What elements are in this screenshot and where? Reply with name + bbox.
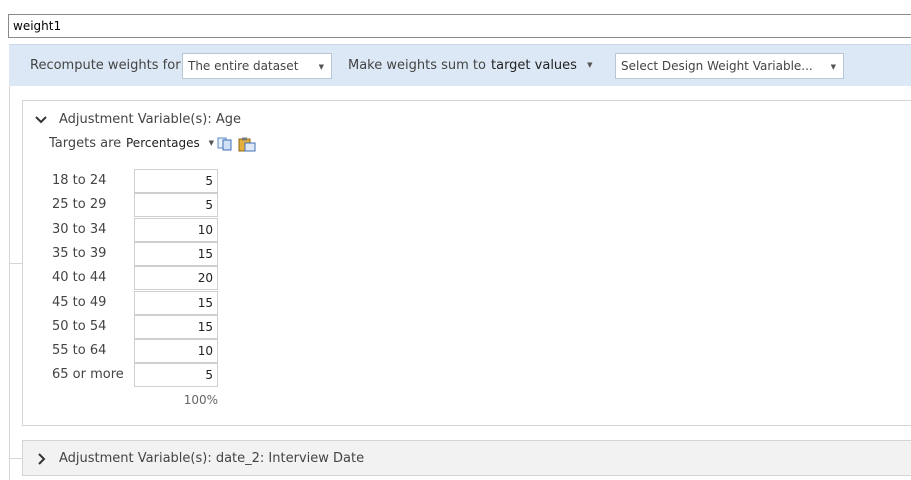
copy-icon[interactable]: [217, 137, 233, 155]
targets-label: Targets are: [49, 136, 122, 151]
caret-down-icon: ▼: [318, 63, 324, 71]
recompute-value: The entire dataset: [188, 59, 299, 73]
age-row-label: 30 to 34: [52, 221, 107, 237]
caret-down-icon: ▼: [208, 139, 214, 147]
age-target-input[interactable]: [134, 169, 218, 193]
age-target-input[interactable]: [134, 193, 218, 218]
age-row-label: 40 to 44: [52, 270, 107, 286]
weighting-editor: Recompute weights for The entire dataset…: [0, 0, 911, 480]
age-row-label: 55 to 64: [52, 343, 107, 359]
sum-value: target values: [491, 58, 577, 73]
age-row-label: 65 or more: [52, 367, 124, 383]
age-row-label: 35 to 39: [52, 245, 107, 261]
targets-value: Percentages: [126, 136, 200, 150]
age-row-label: 25 to 29: [52, 197, 107, 213]
chevron-right-icon[interactable]: [35, 452, 49, 466]
age-target-input[interactable]: [134, 290, 218, 315]
design-weight-dropdown[interactable]: Select Design Weight Variable... ▼: [615, 53, 844, 79]
age-target-input[interactable]: [134, 266, 218, 291]
target-total: 100%: [183, 392, 218, 407]
panel-title-age: Adjustment Variable(s): Age: [59, 112, 241, 127]
caret-down-icon: ▼: [587, 61, 593, 69]
tree-connector: [9, 458, 22, 459]
design-weight-placeholder: Select Design Weight Variable...: [621, 59, 813, 73]
chevron-down-icon[interactable]: [34, 113, 48, 127]
age-row-label: 18 to 24: [52, 173, 107, 188]
weighting-toolbar: Recompute weights for The entire dataset…: [9, 44, 911, 86]
age-row-label: 50 to 54: [52, 318, 107, 334]
adjustment-panel-date: Adjustment Variable(s): date_2: Intervie…: [22, 440, 911, 476]
weight-name-input[interactable]: [8, 14, 911, 38]
age-target-input[interactable]: [134, 314, 218, 339]
age-target-input[interactable]: [134, 339, 218, 364]
sum-dropdown[interactable]: target values ▼: [491, 58, 592, 73]
age-target-input[interactable]: [134, 363, 218, 388]
recompute-dropdown[interactable]: The entire dataset ▼: [182, 53, 332, 79]
age-target-input[interactable]: [134, 241, 218, 266]
panel-title-date: Adjustment Variable(s): date_2: Intervie…: [59, 451, 365, 466]
tree-connector: [9, 263, 22, 264]
sum-label: Make weights sum to: [348, 58, 486, 73]
paste-icon[interactable]: [238, 137, 256, 156]
age-target-input[interactable]: [134, 217, 218, 242]
tree-line: [9, 86, 10, 480]
adjustment-panel-age: Adjustment Variable(s): Age Targets are …: [22, 100, 911, 426]
targets-dropdown[interactable]: Percentages ▼: [126, 136, 214, 150]
recompute-label: Recompute weights for: [30, 58, 181, 73]
caret-down-icon: ▼: [830, 63, 836, 71]
age-row-label: 45 to 49: [52, 294, 107, 310]
